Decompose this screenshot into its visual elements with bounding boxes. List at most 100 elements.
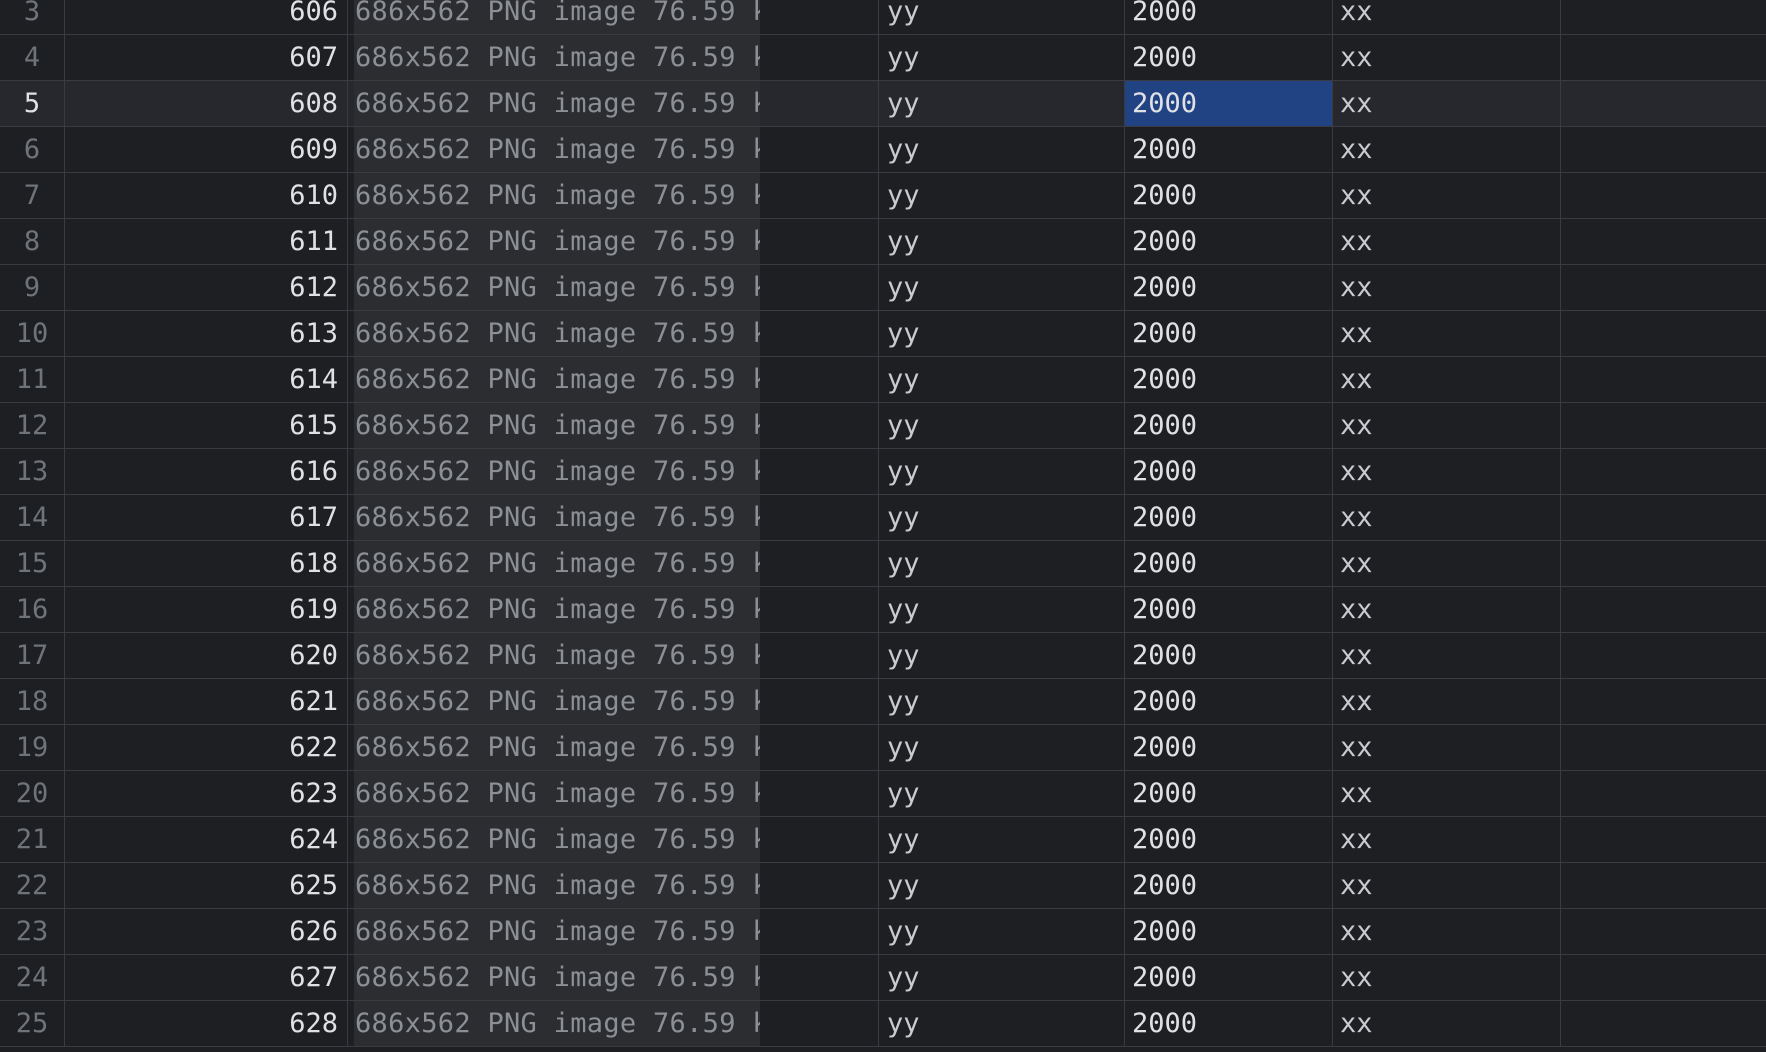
yy-cell[interactable]: yy: [879, 679, 1125, 724]
xx-cell[interactable]: xx: [1333, 955, 1561, 1000]
yy-cell[interactable]: yy: [879, 587, 1125, 632]
year-cell[interactable]: 2000: [1125, 403, 1333, 448]
id-cell[interactable]: 610: [65, 173, 348, 218]
id-cell[interactable]: 620: [65, 633, 348, 678]
image-blob-cell-padding[interactable]: [760, 725, 879, 770]
table-row[interactable]: 16 619 686x562 PNG image 76.59 kB yy 200…: [0, 587, 1766, 633]
row-number-cell[interactable]: 4: [0, 35, 65, 80]
year-cell[interactable]: 2000: [1125, 587, 1333, 632]
year-cell[interactable]: 2000: [1125, 173, 1333, 218]
image-blob-cell[interactable]: 686x562 PNG image 76.59 kB: [354, 35, 760, 80]
id-cell[interactable]: 624: [65, 817, 348, 862]
id-cell[interactable]: 621: [65, 679, 348, 724]
yy-cell[interactable]: yy: [879, 403, 1125, 448]
year-cell[interactable]: 2000: [1125, 863, 1333, 908]
id-cell[interactable]: 628: [65, 1001, 348, 1046]
image-blob-cell[interactable]: 686x562 PNG image 76.59 kB: [354, 771, 760, 816]
xx-cell[interactable]: xx: [1333, 679, 1561, 724]
table-row[interactable]: 12 615 686x562 PNG image 76.59 kB yy 200…: [0, 403, 1766, 449]
year-cell[interactable]: 2000: [1125, 357, 1333, 402]
row-number-cell[interactable]: 16: [0, 587, 65, 632]
yy-cell[interactable]: yy: [879, 771, 1125, 816]
image-blob-cell[interactable]: 686x562 PNG image 76.59 kB: [354, 449, 760, 494]
image-blob-cell[interactable]: 686x562 PNG image 76.59 kB: [354, 403, 760, 448]
table-row[interactable]: 23 626 686x562 PNG image 76.59 kB yy 200…: [0, 909, 1766, 955]
yy-cell[interactable]: yy: [879, 541, 1125, 586]
image-blob-cell[interactable]: 686x562 PNG image 76.59 kB: [354, 955, 760, 1000]
yy-cell[interactable]: yy: [879, 633, 1125, 678]
xx-cell[interactable]: xx: [1333, 587, 1561, 632]
id-cell[interactable]: 622: [65, 725, 348, 770]
yy-cell[interactable]: yy: [879, 357, 1125, 402]
xx-cell[interactable]: xx: [1333, 127, 1561, 172]
xx-cell[interactable]: xx: [1333, 81, 1561, 126]
image-blob-cell[interactable]: 686x562 PNG image 76.59 kB: [354, 909, 760, 954]
id-cell[interactable]: 607: [65, 35, 348, 80]
row-number-cell[interactable]: 7: [0, 173, 65, 218]
image-blob-cell[interactable]: 686x562 PNG image 76.59 kB: [354, 541, 760, 586]
image-blob-cell[interactable]: 686x562 PNG image 76.59 kB: [354, 817, 760, 862]
year-cell[interactable]: 2000: [1125, 127, 1333, 172]
year-cell[interactable]: 2000: [1125, 633, 1333, 678]
image-blob-cell-padding[interactable]: [760, 909, 879, 954]
xx-cell[interactable]: xx: [1333, 173, 1561, 218]
xx-cell[interactable]: xx: [1333, 403, 1561, 448]
table-row[interactable]: 20 623 686x562 PNG image 76.59 kB yy 200…: [0, 771, 1766, 817]
xx-cell[interactable]: xx: [1333, 0, 1561, 34]
id-cell[interactable]: 609: [65, 127, 348, 172]
year-cell[interactable]: 2000: [1125, 311, 1333, 356]
table-row[interactable]: 4 607 686x562 PNG image 76.59 kB yy 2000…: [0, 35, 1766, 81]
year-cell[interactable]: 2000: [1125, 449, 1333, 494]
image-blob-cell[interactable]: 686x562 PNG image 76.59 kB: [354, 357, 760, 402]
xx-cell[interactable]: xx: [1333, 863, 1561, 908]
image-blob-cell[interactable]: 686x562 PNG image 76.59 kB: [354, 587, 760, 632]
table-row[interactable]: 18 621 686x562 PNG image 76.59 kB yy 200…: [0, 679, 1766, 725]
id-cell[interactable]: 623: [65, 771, 348, 816]
image-blob-cell-padding[interactable]: [760, 495, 879, 540]
image-blob-cell-padding[interactable]: [760, 817, 879, 862]
id-cell[interactable]: 611: [65, 219, 348, 264]
row-number-cell[interactable]: 18: [0, 679, 65, 724]
image-blob-cell[interactable]: 686x562 PNG image 76.59 kB: [354, 265, 760, 310]
yy-cell[interactable]: yy: [879, 909, 1125, 954]
year-cell[interactable]: 2000: [1125, 0, 1333, 34]
row-number-cell[interactable]: 9: [0, 265, 65, 310]
row-number-cell[interactable]: 8: [0, 219, 65, 264]
id-cell[interactable]: 616: [65, 449, 348, 494]
xx-cell[interactable]: xx: [1333, 541, 1561, 586]
year-cell[interactable]: 2000: [1125, 725, 1333, 770]
id-cell[interactable]: 618: [65, 541, 348, 586]
image-blob-cell[interactable]: 686x562 PNG image 76.59 kB: [354, 495, 760, 540]
row-number-cell[interactable]: 19: [0, 725, 65, 770]
table-row[interactable]: 13 616 686x562 PNG image 76.59 kB yy 200…: [0, 449, 1766, 495]
row-number-cell[interactable]: 21: [0, 817, 65, 862]
xx-cell[interactable]: xx: [1333, 495, 1561, 540]
row-number-cell[interactable]: 3: [0, 0, 65, 34]
yy-cell[interactable]: yy: [879, 127, 1125, 172]
year-cell[interactable]: 2000: [1125, 541, 1333, 586]
image-blob-cell-padding[interactable]: [760, 679, 879, 724]
yy-cell[interactable]: yy: [879, 449, 1125, 494]
image-blob-cell-padding[interactable]: [760, 587, 879, 632]
image-blob-cell-padding[interactable]: [760, 403, 879, 448]
table-row[interactable]: 10 613 686x562 PNG image 76.59 kB yy 200…: [0, 311, 1766, 357]
image-blob-cell[interactable]: 686x562 PNG image 76.59 kB: [354, 725, 760, 770]
yy-cell[interactable]: yy: [879, 955, 1125, 1000]
row-number-cell[interactable]: 24: [0, 955, 65, 1000]
image-blob-cell-padding[interactable]: [760, 0, 879, 34]
xx-cell[interactable]: xx: [1333, 1001, 1561, 1046]
table-row[interactable]: 21 624 686x562 PNG image 76.59 kB yy 200…: [0, 817, 1766, 863]
id-cell[interactable]: 608: [65, 81, 348, 126]
image-blob-cell-padding[interactable]: [760, 955, 879, 1000]
image-blob-cell-padding[interactable]: [760, 357, 879, 402]
table-row[interactable]: 14 617 686x562 PNG image 76.59 kB yy 200…: [0, 495, 1766, 541]
year-cell[interactable]: 2000: [1125, 909, 1333, 954]
table-row[interactable]: 7 610 686x562 PNG image 76.59 kB yy 2000…: [0, 173, 1766, 219]
row-number-cell[interactable]: 23: [0, 909, 65, 954]
xx-cell[interactable]: xx: [1333, 219, 1561, 264]
xx-cell[interactable]: xx: [1333, 311, 1561, 356]
year-cell[interactable]: 2000: [1125, 495, 1333, 540]
table-row[interactable]: 11 614 686x562 PNG image 76.59 kB yy 200…: [0, 357, 1766, 403]
image-blob-cell-padding[interactable]: [760, 541, 879, 586]
image-blob-cell-padding[interactable]: [760, 311, 879, 356]
